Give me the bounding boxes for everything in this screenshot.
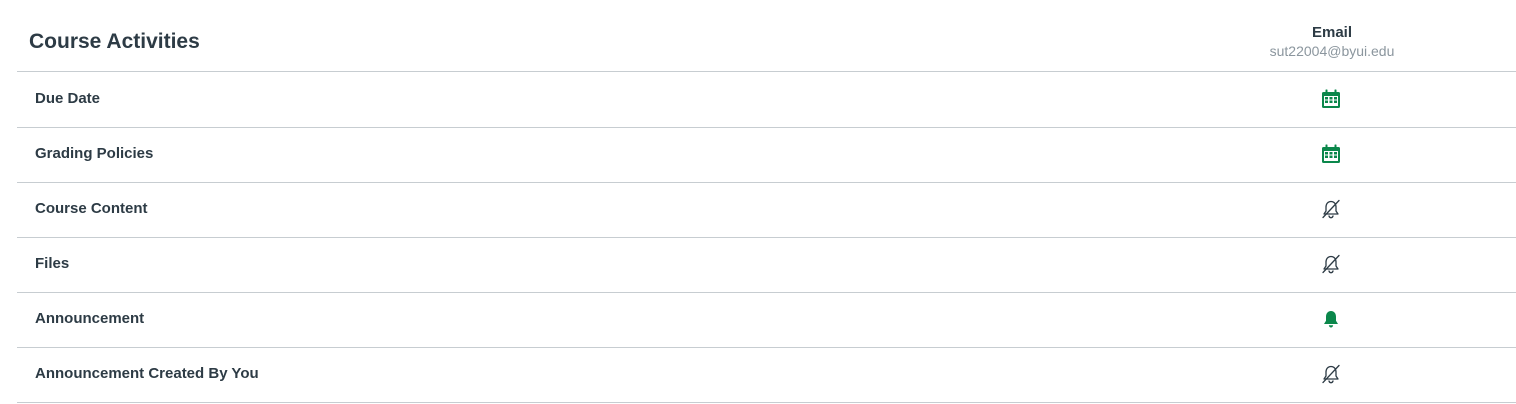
row-label-due-date: Due Date [35, 90, 101, 107]
calendar-icon [1322, 89, 1340, 108]
calendar-icon [1322, 144, 1340, 163]
channel-address: sut22004@byui.edu [1269, 43, 1395, 59]
grading-policies-frequency-button[interactable] [1319, 142, 1343, 166]
announcement-created-by-you-frequency-button[interactable] [1319, 362, 1343, 386]
bell-off-icon [1322, 199, 1340, 219]
row-label-announcement: Announcement [35, 310, 145, 327]
bell-filled-icon [1324, 311, 1338, 328]
preference-list: Due Date Grading Policies Course Content… [17, 73, 1516, 403]
table-row: Due Date [17, 73, 1516, 128]
row-label-course-content: Course Content [35, 200, 148, 217]
announcement-frequency-button[interactable] [1319, 307, 1343, 331]
table-row: Announcement Created By You [17, 348, 1516, 403]
table-row: Course Content [17, 183, 1516, 238]
row-label-files: Files [35, 255, 70, 272]
notification-preferences: Course Activities Email sut22004@byui.ed… [0, 0, 1516, 404]
bell-off-icon [1322, 254, 1340, 274]
channel-type: Email [1311, 24, 1353, 41]
table-row: Files [17, 238, 1516, 293]
course-content-frequency-button[interactable] [1319, 197, 1343, 221]
row-label-announcement-created-by-you: Announcement Created By You [35, 365, 259, 382]
table-row: Grading Policies [17, 128, 1516, 183]
files-frequency-button[interactable] [1319, 252, 1343, 276]
due-date-frequency-button[interactable] [1319, 87, 1343, 111]
row-label-grading-policies: Grading Policies [35, 145, 154, 162]
table-header: Course Activities Email sut22004@byui.ed… [17, 0, 1516, 72]
table-row: Announcement [17, 293, 1516, 348]
bell-off-icon [1322, 364, 1340, 384]
channel-column-header: Email sut22004@byui.edu [1232, 24, 1432, 60]
section-title: Course Activities [29, 30, 200, 53]
